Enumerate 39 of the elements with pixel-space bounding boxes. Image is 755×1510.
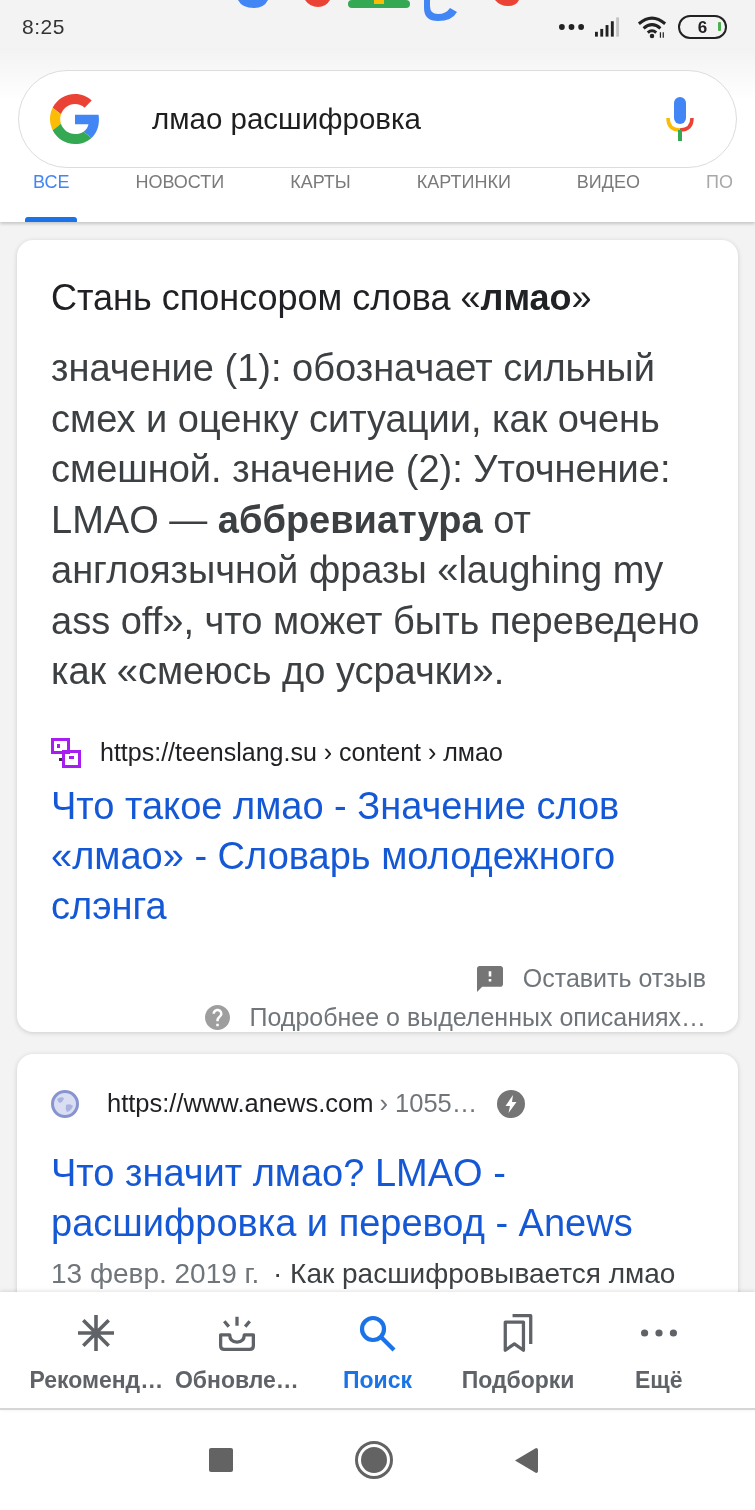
bottom-nav-item[interactable]: Ещё [588,1292,729,1408]
search-icon [357,1313,398,1353]
logo-icon [50,94,100,144]
snippet-text: значение (1): обозначает сильный смех и оценку ситуации, как очень смешной. значение (2): Уточнение: LMAO — аббревиатура от англоязычной фразы «laughing my ass off», что может быть переведено как «смеюсь до усрачки». [51,346,701,694]
home-icon[interactable] [355,1441,393,1479]
result-title-link[interactable]: Что такое лмао - Значение слов «лмао» - Словарь молодежного слэнга [51,780,706,931]
result-title-link[interactable]: Что значит лмао? LMAO - расшифровка и перевод - Anews [51,1147,706,1248]
about-snippets-link[interactable]: Подробнее о выделенных описаниях… [204,1003,706,1032]
bottom-nav-item[interactable]: Рекоменд… [26,1292,167,1408]
help-icon [204,1005,230,1030]
notification-dots-icon [559,24,584,30]
globe-icon [51,1089,79,1118]
url-path: › 1055… [379,1089,478,1118]
back-icon[interactable] [515,1447,538,1473]
site-favicon-icon [51,737,81,768]
bottom-nav-item[interactable]: Обновле… [166,1292,308,1408]
tab[interactable]: КАРТЫ [282,168,359,222]
clock-time: 8:25 [22,15,65,39]
signal-icon [595,17,620,37]
bottom-nav-item[interactable]: Подборки [447,1292,589,1408]
wifi-icon [637,15,667,39]
feedback-button[interactable]: Оставить отзыв [476,963,706,994]
result-snippet: · Как расшифровывается лмао [272,1257,676,1289]
tab[interactable]: НОВОСТИ [127,168,233,222]
snippet-heading: Стань спонсором слова «лмао» [51,276,593,320]
tab[interactable]: ПО [698,168,741,222]
source-url: https://teenslang.su › content › лмао [100,738,503,767]
source-url: https://www.anews.com [107,1089,374,1118]
result-date: 13 февр. 2019 г. [51,1257,260,1289]
tab[interactable]: КАРТИНКИ [408,168,519,222]
tab[interactable]: ВСЕ [25,168,78,222]
search-field[interactable]: лмао расшифровка [18,70,737,168]
bottom-nav-item[interactable]: Поиск [307,1292,448,1408]
battery-indicator: 6 [678,15,727,39]
tab[interactable]: ВИДЕО [568,168,648,222]
asterisk-icon [76,1313,117,1353]
mic-icon[interactable] [666,97,694,141]
feedback-icon [476,965,503,992]
more-dots-icon [640,1329,677,1337]
